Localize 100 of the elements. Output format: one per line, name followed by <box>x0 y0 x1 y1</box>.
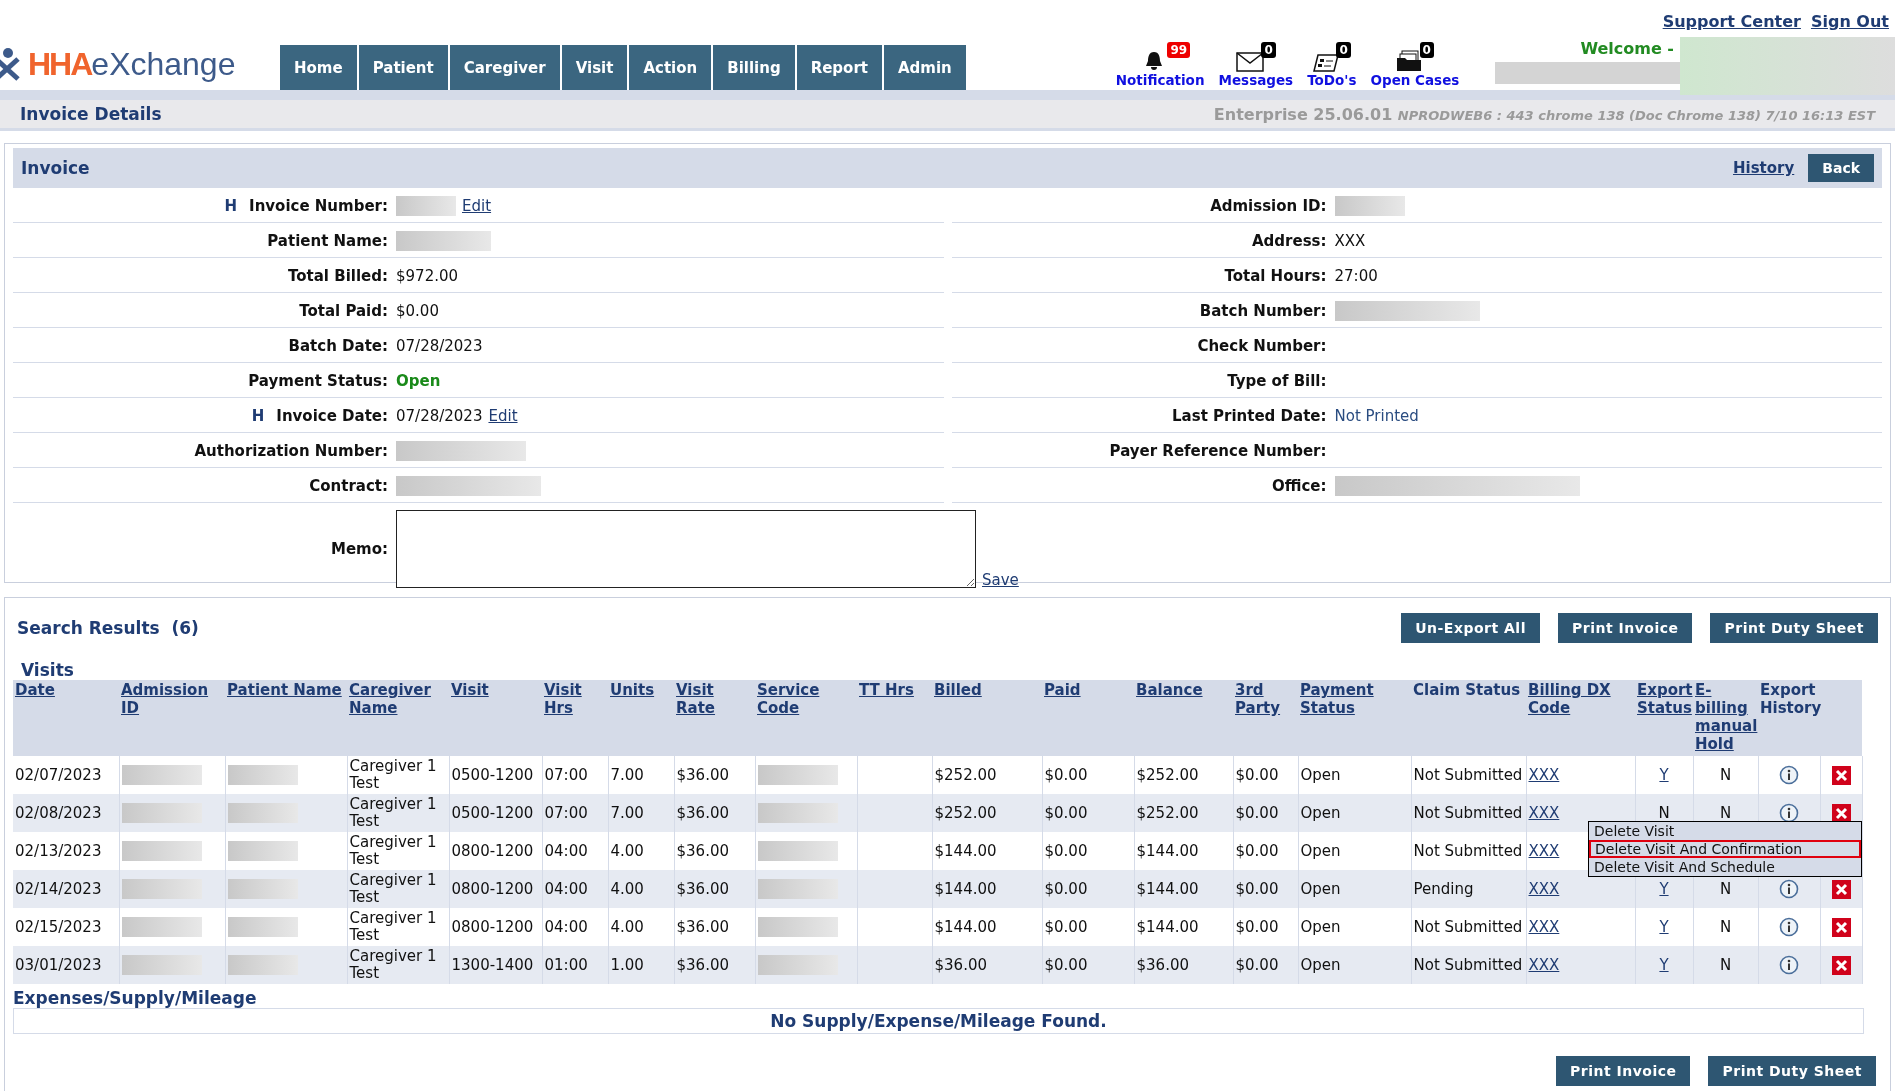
table-cell: N <box>1719 918 1732 936</box>
table-cell: $36.00 <box>676 766 729 784</box>
table-cell: N <box>1719 766 1732 784</box>
dx-code-link[interactable]: XXX <box>1528 956 1560 974</box>
field-label: Payer Reference Number: <box>1109 441 1327 460</box>
edit-link[interactable]: Edit <box>488 406 518 425</box>
table-cell: 02/13/2023 <box>15 842 102 860</box>
menu-item[interactable]: Delete Visit <box>1589 822 1861 840</box>
nav-tab[interactable]: Billing <box>713 45 795 90</box>
action-button[interactable]: Print Duty Sheet <box>1708 1056 1876 1086</box>
table-cell: $0.00 <box>1235 880 1279 898</box>
table-cell: $252.00 <box>1136 804 1199 822</box>
welcome-text: Welcome - <box>1580 39 1674 58</box>
table-cell: Not Submitted <box>1413 804 1523 822</box>
table-cell: Caregiver 1 Test <box>349 795 437 830</box>
table-cell: 4.00 <box>610 918 644 936</box>
field-label: Total Hours: <box>1224 266 1327 285</box>
table-cell: $0.00 <box>1044 766 1088 784</box>
table-cell: 02/07/2023 <box>15 766 102 784</box>
table-cell: 01:00 <box>544 956 588 974</box>
field-label: Office: <box>1271 476 1327 495</box>
dx-code-link[interactable]: XXX <box>1528 918 1560 936</box>
field-label: Invoice Number: <box>249 196 388 215</box>
export-status-link[interactable]: Y <box>1659 956 1669 974</box>
table-cell: 04:00 <box>544 842 588 860</box>
table-cell: Open <box>1300 842 1341 860</box>
table-cell: 04:00 <box>544 918 588 936</box>
table-cell: Open <box>1300 918 1341 936</box>
table-cell: N <box>1719 956 1732 974</box>
history-link[interactable]: History <box>1733 159 1795 177</box>
table-cell: $36.00 <box>676 804 729 822</box>
table-cell: 02/14/2023 <box>15 880 102 898</box>
table-cell: $252.00 <box>1136 766 1199 784</box>
field-value: Not Printed <box>1334 406 1419 425</box>
table-cell: $0.00 <box>1044 804 1088 822</box>
field-value: 27:00 <box>1334 266 1378 285</box>
dx-code-link[interactable]: XXX <box>1528 842 1560 860</box>
table-cell: 03/01/2023 <box>15 956 102 974</box>
alert-link[interactable]: 0 Messages <box>1218 44 1294 88</box>
table-cell: $36.00 <box>934 956 987 974</box>
dx-code-link[interactable]: XXX <box>1528 804 1560 822</box>
table-cell: N <box>1719 880 1732 898</box>
menu-item[interactable]: Delete Visit And Schedule <box>1589 858 1861 876</box>
export-status-link[interactable]: Y <box>1659 766 1669 784</box>
nav-tab[interactable]: Action <box>629 45 712 90</box>
table-cell: Not Submitted <box>1413 956 1523 974</box>
table-cell: Caregiver 1 Test <box>349 947 437 982</box>
field-label: Type of Bill: <box>1227 371 1327 390</box>
field-value: Open <box>396 371 441 390</box>
action-button[interactable]: Print Invoice <box>1555 1056 1691 1086</box>
alert-link[interactable]: 0 Open Cases <box>1370 44 1460 88</box>
action-button[interactable]: Print Duty Sheet <box>1710 613 1878 643</box>
action-button[interactable]: Print Invoice <box>1557 613 1693 643</box>
count-badge: 99 <box>1167 42 1191 58</box>
field-label: Total Paid: <box>299 301 388 320</box>
count-badge: 0 <box>1336 42 1351 58</box>
marker-text: H <box>224 196 238 215</box>
table-cell: 04:00 <box>544 880 588 898</box>
back-button[interactable]: Back <box>1808 154 1874 182</box>
table-cell: 07:00 <box>544 766 588 784</box>
table-cell: $36.00 <box>676 956 729 974</box>
table-cell: N <box>1719 804 1732 822</box>
table-cell: $144.00 <box>934 880 997 898</box>
version-text: Enterprise 25.06.01 NPRODWEB6 : 443 chrome 138 (Doc Chrome 138) 7/10 16:13 EST <box>1213 104 1875 124</box>
table-cell: Pending <box>1413 880 1474 898</box>
nav-tab[interactable]: Patient <box>358 45 448 90</box>
dx-code-link[interactable]: XXX <box>1528 766 1560 784</box>
dx-code-link[interactable]: XXX <box>1528 880 1560 898</box>
field-label: Total Billed: <box>288 266 388 285</box>
save-link[interactable]: Save <box>982 571 1019 589</box>
field-label: Admission ID: <box>1210 196 1327 215</box>
count-badge: 0 <box>1419 42 1434 58</box>
menu-item[interactable]: Delete Visit And Confirmation <box>1589 840 1861 858</box>
table-cell: $0.00 <box>1235 766 1279 784</box>
table-cell: 4.00 <box>610 880 644 898</box>
nav-tab[interactable]: Caregiver <box>449 45 560 90</box>
table-cell: $0.00 <box>1044 918 1088 936</box>
table-cell: $0.00 <box>1044 842 1088 860</box>
table-cell: $0.00 <box>1235 804 1279 822</box>
header-link[interactable]: Sign Out <box>1810 12 1889 31</box>
table-cell: Open <box>1300 880 1341 898</box>
table-cell: 4.00 <box>610 842 644 860</box>
edit-link[interactable]: Edit <box>462 196 492 215</box>
table-cell: 1.00 <box>610 956 644 974</box>
field-value: 07/28/2023 <box>396 406 483 425</box>
alert-link[interactable]: 99 Notification <box>1115 44 1205 88</box>
nav-tab[interactable]: Home <box>280 45 357 90</box>
table-cell: $0.00 <box>1044 880 1088 898</box>
nav-tab[interactable]: Admin <box>883 45 966 90</box>
nav-tab[interactable]: Visit <box>561 45 628 90</box>
nav-tab[interactable]: Report <box>796 45 882 90</box>
header-link[interactable]: Support Center <box>1662 12 1801 31</box>
field-label: Last Printed Date: <box>1172 406 1327 425</box>
field-value: 07/28/2023 <box>396 336 483 355</box>
action-button[interactable]: Un-Export All <box>1401 613 1540 643</box>
export-status-link[interactable]: Y <box>1659 880 1669 898</box>
export-status-link[interactable]: Y <box>1659 918 1669 936</box>
table-cell: N <box>1658 804 1670 822</box>
table-cell: Not Submitted <box>1413 918 1523 936</box>
alert-link[interactable]: 0 ToDo's <box>1307 44 1357 88</box>
